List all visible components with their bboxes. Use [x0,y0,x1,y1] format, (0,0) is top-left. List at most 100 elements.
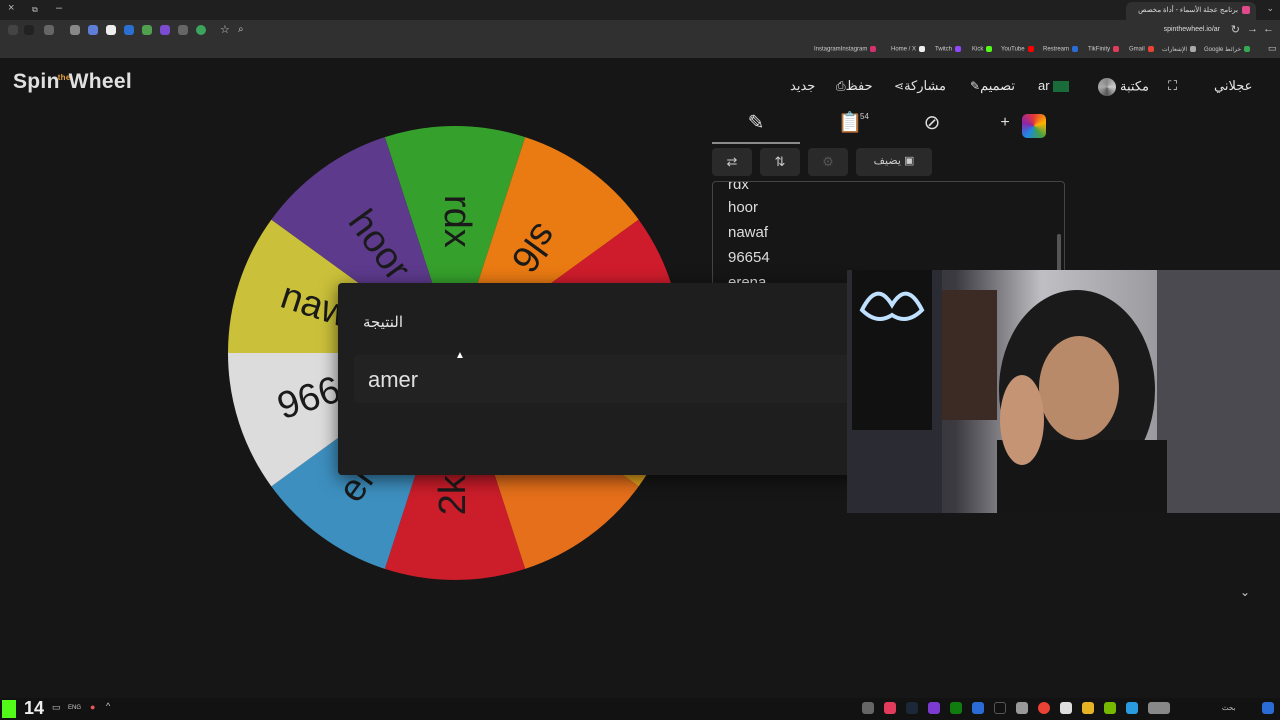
tab-entries[interactable]: ✎ [712,110,800,144]
window-close-icon[interactable]: × [8,2,14,14]
library-icon [1098,78,1116,96]
shuffle-icon: ⇄ [726,154,738,169]
logo[interactable]: SpintheWheel [13,70,132,94]
app-icon[interactable] [1126,702,1138,714]
extension-icon[interactable] [196,25,206,35]
extension-icon[interactable] [70,25,80,35]
user-menu[interactable]: عجلاني [1214,78,1252,94]
back-icon[interactable]: ← [1263,23,1274,35]
extension-icon[interactable] [106,25,116,35]
xbox-icon[interactable] [950,702,962,714]
clock: 14 [24,698,45,718]
microphone-icon[interactable]: ● [90,702,95,712]
entry-line: 96654 [728,249,770,266]
steam-icon[interactable] [906,702,918,714]
eye-off-icon: ⊘ [923,112,941,134]
sort-button[interactable]: ⇅ [760,148,800,176]
dialog-title: النتيجة [362,314,403,331]
tiktok-icon[interactable] [994,702,1006,714]
active-tab[interactable]: برنامج عجلة الأسماء - أداة مخصص [1126,2,1256,20]
fullscreen-icon[interactable]: ⛶ [1168,78,1177,94]
share-button[interactable]: ⋖مشاركة [890,78,946,94]
bookmark-item[interactable]: الإشعارات [1162,46,1197,53]
library-button[interactable]: مكتبة [1098,78,1149,96]
restream-icon [1072,46,1079,52]
sort-icon: ⇅ [774,154,786,169]
browser-tab-bar: × ⧉ – + ✕ برنامج عجلة الأسماء - أداة مخص… [0,0,1280,20]
notification-icon[interactable]: ▭ [52,702,61,713]
bookmark-item[interactable]: Twitch [935,46,962,53]
design-button[interactable]: ✎تصميم [966,78,1015,94]
star-icon[interactable]: ☆ [220,23,230,36]
app-icon[interactable] [884,702,896,714]
app-icon[interactable] [1016,702,1028,714]
tray-chevron-icon[interactable]: ^ [106,701,110,711]
app-icon[interactable] [1060,702,1072,714]
share-icon: ⋖ [894,79,905,93]
gear-icon: ⚙ [822,154,834,169]
windows-start-icon[interactable] [1262,702,1274,714]
color-wheel-icon[interactable] [1022,114,1046,138]
bookmark-item[interactable]: Gmail [1129,46,1154,53]
app-icon[interactable] [972,702,984,714]
window-restore-icon[interactable]: ⧉ [32,5,38,15]
folder-icon[interactable]: ▭ [1268,43,1277,54]
profile-icon[interactable] [8,25,18,35]
kick-icon[interactable] [2,700,16,718]
webcam-image [847,270,1280,513]
extension-icon[interactable] [124,25,134,35]
nvidia-icon[interactable] [1104,702,1116,714]
result-dialog: النتيجة amer [338,283,858,475]
new-button[interactable]: جديد [790,78,815,94]
pencil-icon: ✎ [747,112,765,134]
active-tab-title: برنامج عجلة الأسماء - أداة مخصص [1138,7,1238,14]
clipboard-icon: 📋 [837,112,863,134]
language-button[interactable]: ar [1038,78,1070,93]
extension-icon[interactable] [160,25,170,35]
bookmark-item[interactable]: YouTube [1001,46,1034,53]
bookmark-item[interactable]: Google خرائط [1204,46,1251,53]
pencil-icon: ✎ [970,79,981,93]
url-text[interactable]: spinthewheel.io/ar [1164,26,1220,33]
bookmark-item[interactable]: Kick [972,46,993,53]
add-wheel-button[interactable]: + [998,114,1012,148]
save-icon: ⎙ [836,79,846,93]
bookmark-item[interactable]: InstagramInstagram [814,46,877,53]
folder-icon[interactable] [1082,702,1094,714]
scrollbar[interactable] [1057,234,1061,274]
settings-icon[interactable] [862,702,874,714]
forward-icon[interactable]: → [1247,23,1258,35]
maps-icon [1244,46,1251,53]
extension-icon[interactable] [142,25,152,35]
extension-icon[interactable] [88,25,98,35]
tab-list-chevron-icon[interactable]: ⌄ [1266,3,1274,14]
extension-icon[interactable] [178,25,188,35]
bookmarks-bar: InstagramInstagram Home / X Twitch Kick … [0,42,1280,58]
shuffle-button[interactable]: ⇄ [712,148,752,176]
result-box: amer [354,355,858,403]
tikfinity-icon [1113,46,1120,52]
settings-button[interactable]: ⚙ [808,148,848,176]
reload-icon[interactable]: ↻ [1231,23,1240,36]
taskbar-search[interactable]: بحث [1222,704,1235,712]
bookmark-item[interactable]: Restream [1043,46,1079,53]
app-icon[interactable] [1148,702,1170,714]
save-button[interactable]: ⎙حفظ [832,78,873,94]
window-minimize-icon[interactable]: – [56,2,62,14]
flag-icon [1053,81,1070,93]
bookmark-item[interactable]: TikFinity [1088,46,1120,53]
kick-icon [986,46,993,52]
chrome-icon[interactable] [1038,702,1050,714]
language-indicator[interactable]: ENG [68,705,81,711]
extension-icon[interactable] [44,25,54,35]
bookmark-item[interactable]: Home / X [891,46,926,53]
add-image-button[interactable]: يضيف ▣ [856,148,932,176]
chevron-down-icon[interactable]: ⌄ [1240,585,1250,599]
plus-icon: + [1000,114,1010,131]
tab-hide[interactable]: ⊘ [912,110,952,144]
image-icon: ▣ [903,155,915,167]
search-icon[interactable]: ⌕ [238,24,244,35]
app-icon[interactable] [928,702,940,714]
extension-icon[interactable] [24,25,34,35]
instagram-icon [870,46,877,52]
